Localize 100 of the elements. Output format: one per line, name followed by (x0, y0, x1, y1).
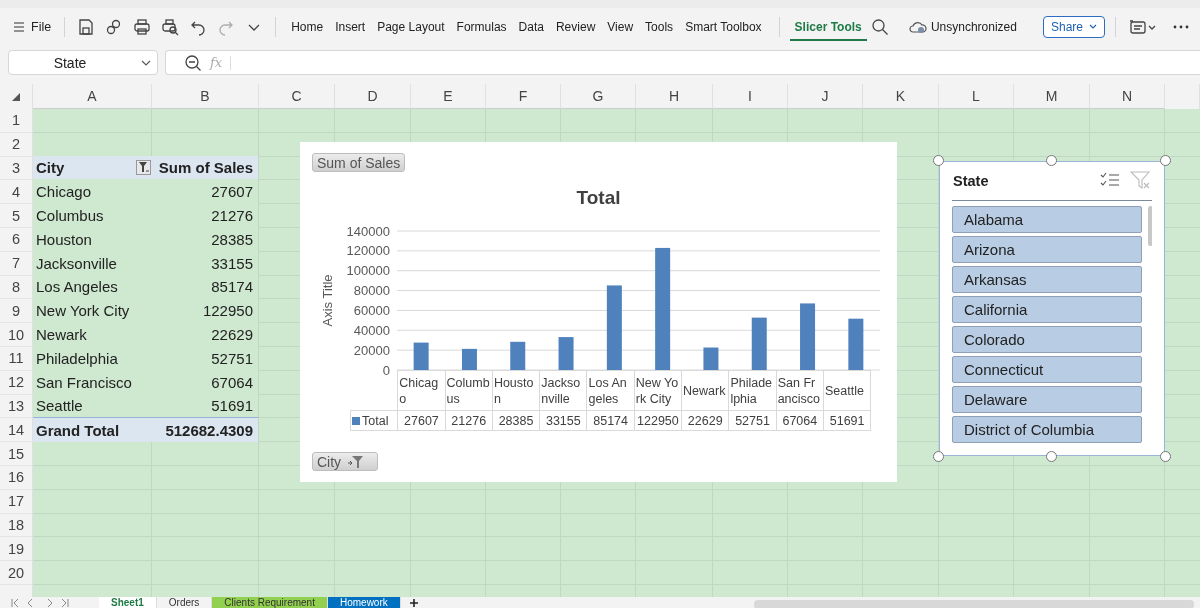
resize-handle[interactable] (1160, 451, 1171, 462)
row-number[interactable]: 8 (0, 275, 33, 300)
row-number[interactable]: 2 (0, 132, 33, 157)
slicer-item[interactable]: Arizona (952, 236, 1142, 263)
column-header[interactable]: B (152, 84, 259, 109)
save-icon (77, 18, 96, 36)
ribbon-tab[interactable]: View (602, 13, 639, 41)
row-number[interactable]: 13 (0, 394, 33, 419)
bar (461, 348, 477, 370)
field-button[interactable]: Sum of Sales (312, 153, 406, 172)
bar (558, 337, 574, 370)
row-number[interactable]: 4 (0, 180, 33, 205)
data-table-value: 122950 (634, 410, 682, 431)
row-number[interactable]: 19 (0, 537, 33, 562)
slicer-item[interactable]: Delaware (952, 386, 1142, 413)
sync-status: Unsynchronized (930, 20, 1017, 34)
slicer-item[interactable]: California (952, 296, 1142, 323)
slicer-item[interactable]: District of Columbia (952, 416, 1142, 443)
axis-tick-label: 140000 (346, 223, 390, 239)
data-table-value: 22629 (681, 410, 729, 431)
comment-list-icon (1128, 18, 1156, 36)
column-header[interactable]: J (788, 84, 863, 109)
row-number[interactable]: 12 (0, 370, 33, 395)
name-box[interactable]: State (8, 50, 158, 75)
ribbon-tab[interactable]: Review (550, 13, 601, 41)
print-preview-icon (161, 18, 180, 36)
filter-applied-icon (137, 161, 150, 174)
slicer-item[interactable]: Arkansas (952, 266, 1142, 293)
column-header[interactable]: L (939, 84, 1014, 109)
resize-handle[interactable] (1046, 155, 1057, 166)
table-cell: San Francisco (33, 369, 152, 395)
ribbon-tab[interactable]: Page Layout (372, 13, 450, 41)
row-number[interactable]: 5 (0, 204, 33, 228)
chart-title: Total (576, 186, 621, 210)
ribbon-tab[interactable]: Tools (640, 13, 679, 41)
resize-handle[interactable] (1046, 451, 1057, 462)
row-number[interactable]: 17 (0, 489, 33, 514)
axis-tick-label: 0 (382, 362, 390, 378)
scrollbar[interactable] (754, 599, 1194, 608)
bar (703, 347, 719, 370)
slicer-item[interactable]: Alabama (952, 206, 1142, 233)
data-table-value: 51691 (823, 410, 871, 431)
column-header[interactable]: H (636, 84, 713, 109)
axis-category-label: Houston (492, 370, 540, 411)
field-button[interactable]: City (312, 452, 378, 471)
resize-handle[interactable] (1160, 155, 1171, 166)
ribbon-tab[interactable]: Data (513, 13, 549, 41)
column-header[interactable]: N (1090, 84, 1165, 109)
ribbon-tab[interactable]: Formulas (451, 13, 512, 41)
axis-tick-label: 80000 (353, 283, 390, 299)
axis-category-label: Los Angeles (587, 370, 635, 411)
row-number[interactable]: 11 (0, 346, 33, 371)
row-number[interactable]: 20 (0, 561, 33, 585)
column-header[interactable]: D (335, 84, 411, 109)
select-all-icon[interactable] (11, 91, 21, 102)
column-heading: Sum of Sales (158, 159, 253, 176)
ribbon-tab[interactable]: Slicer Tools (789, 13, 867, 41)
file-menu-button[interactable]: File (10, 18, 55, 36)
legend-key (352, 416, 360, 425)
row-number[interactable]: 6 (0, 228, 33, 252)
zoom-icon (184, 53, 202, 72)
ribbon-tab[interactable]: Home (286, 13, 329, 41)
row-number[interactable]: 3 (0, 156, 33, 181)
resize-handle[interactable] (933, 155, 944, 166)
legend-label: Total (362, 413, 389, 428)
row-number[interactable]: 14 (0, 418, 33, 443)
axis-category-label: Jacksonville (539, 370, 587, 411)
table-cell: Columbus (33, 203, 152, 228)
axis-category-label: Newark (681, 370, 729, 411)
row-number[interactable]: 1 (0, 109, 33, 133)
column-header[interactable]: E (411, 84, 486, 109)
column-header[interactable]: G (561, 84, 636, 109)
bar (848, 318, 864, 370)
share-button[interactable]: Share (1042, 16, 1105, 38)
column-header[interactable]: K (863, 84, 939, 109)
bar (413, 342, 429, 370)
filter-button[interactable] (136, 160, 151, 175)
column-header[interactable]: A (33, 84, 152, 109)
data-table-value: 27607 (397, 410, 446, 431)
slicer-item[interactable]: Colorado (952, 326, 1142, 353)
caret-icon (1089, 24, 1097, 30)
slicer-item[interactable]: Connecticut (952, 356, 1142, 383)
ribbon-tab[interactable]: Insert (330, 13, 371, 41)
column-header[interactable]: M (1014, 84, 1090, 109)
bar (510, 341, 526, 370)
checklist-icon (1100, 170, 1120, 189)
column-header[interactable]: I (713, 84, 788, 109)
bar (800, 303, 816, 370)
row-number[interactable]: 9 (0, 299, 33, 324)
resize-handle[interactable] (933, 451, 944, 462)
row-number[interactable]: 16 (0, 465, 33, 490)
row-number[interactable]: 7 (0, 251, 33, 276)
row-number[interactable]: 10 (0, 323, 33, 347)
row-number[interactable]: 18 (0, 513, 33, 538)
ribbon-tab[interactable]: Smart Toolbox (680, 13, 767, 41)
slicer-panel[interactable]: State Alabama Arizona Arkansas California Colorado Connecticut Delaware District of Columbia (939, 161, 1165, 456)
column-header[interactable]: F (486, 84, 561, 109)
row-number[interactable]: 15 (0, 442, 33, 466)
column-header[interactable]: C (259, 84, 335, 109)
data-table-value: 33155 (539, 410, 587, 431)
